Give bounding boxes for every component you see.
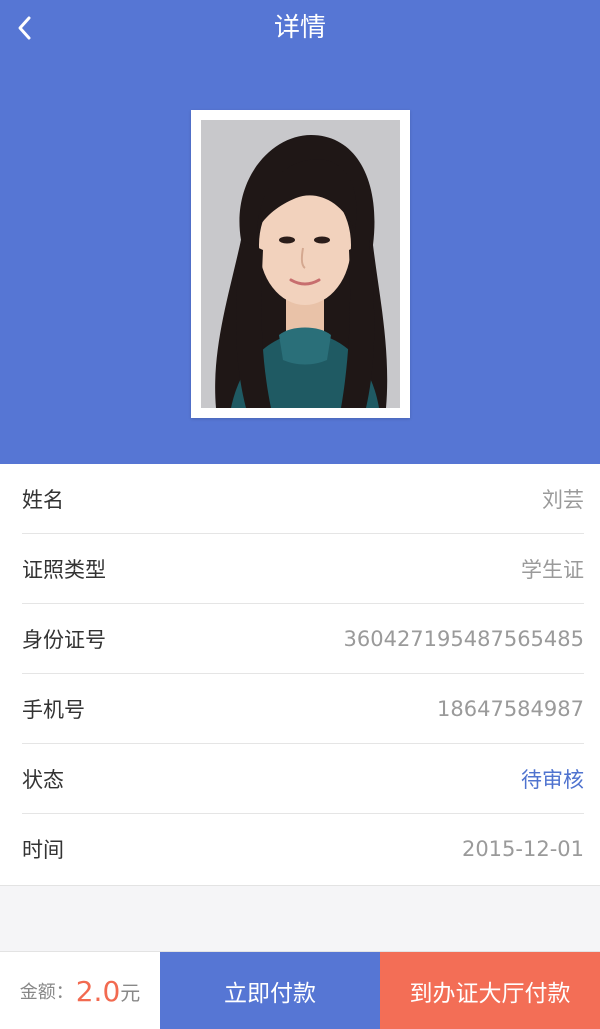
detail-label: 证照类型 xyxy=(22,557,106,582)
detail-row-id-type: 证照类型 学生证 xyxy=(22,534,584,604)
amount-label: 金额： xyxy=(19,982,74,1003)
detail-value: 18647584987 xyxy=(437,696,584,721)
detail-row-time: 时间 2015-12-01 xyxy=(22,814,584,884)
payment-bar: 金额： 2.0 元 立即付款 到办证大厅付款 xyxy=(0,951,600,1029)
pay-now-button[interactable]: 立即付款 xyxy=(160,952,380,1029)
detail-value: 刘芸 xyxy=(542,487,584,512)
detail-row-phone: 手机号 18647584987 xyxy=(22,674,584,744)
portrait-illustration xyxy=(201,120,400,408)
details-list: 姓名 刘芸 证照类型 学生证 身份证号 360427195487565485 手… xyxy=(0,464,600,886)
detail-label: 时间 xyxy=(22,838,64,862)
detail-label: 身份证号 xyxy=(22,627,106,652)
detail-label: 手机号 xyxy=(22,697,85,722)
detail-label: 姓名 xyxy=(22,487,64,512)
detail-value: 360427195487565485 xyxy=(343,626,585,651)
detail-row-id-number: 身份证号 360427195487565485 xyxy=(22,604,584,674)
header: 详情 xyxy=(0,0,600,464)
amount-unit: 元 xyxy=(120,980,141,1005)
detail-row-name: 姓名 刘芸 xyxy=(22,464,584,534)
photo-frame xyxy=(191,110,410,418)
portrait-photo xyxy=(201,120,400,408)
amount-display: 金额： 2.0 元 xyxy=(0,952,160,1029)
detail-row-status: 状态 待审核 xyxy=(22,744,584,814)
status-value: 待审核 xyxy=(521,767,584,792)
pay-at-hall-button[interactable]: 到办证大厅付款 xyxy=(380,952,600,1029)
detail-value: 学生证 xyxy=(521,557,584,582)
page: 详情 姓名 刘芸 证照类型 学生证 身份证号 36042719548756548… xyxy=(0,0,600,1029)
amount-value: 2.0 xyxy=(75,974,121,1008)
detail-value: 2015-12-01 xyxy=(461,837,584,861)
page-title: 详情 xyxy=(273,13,326,43)
detail-label: 状态 xyxy=(22,767,64,792)
